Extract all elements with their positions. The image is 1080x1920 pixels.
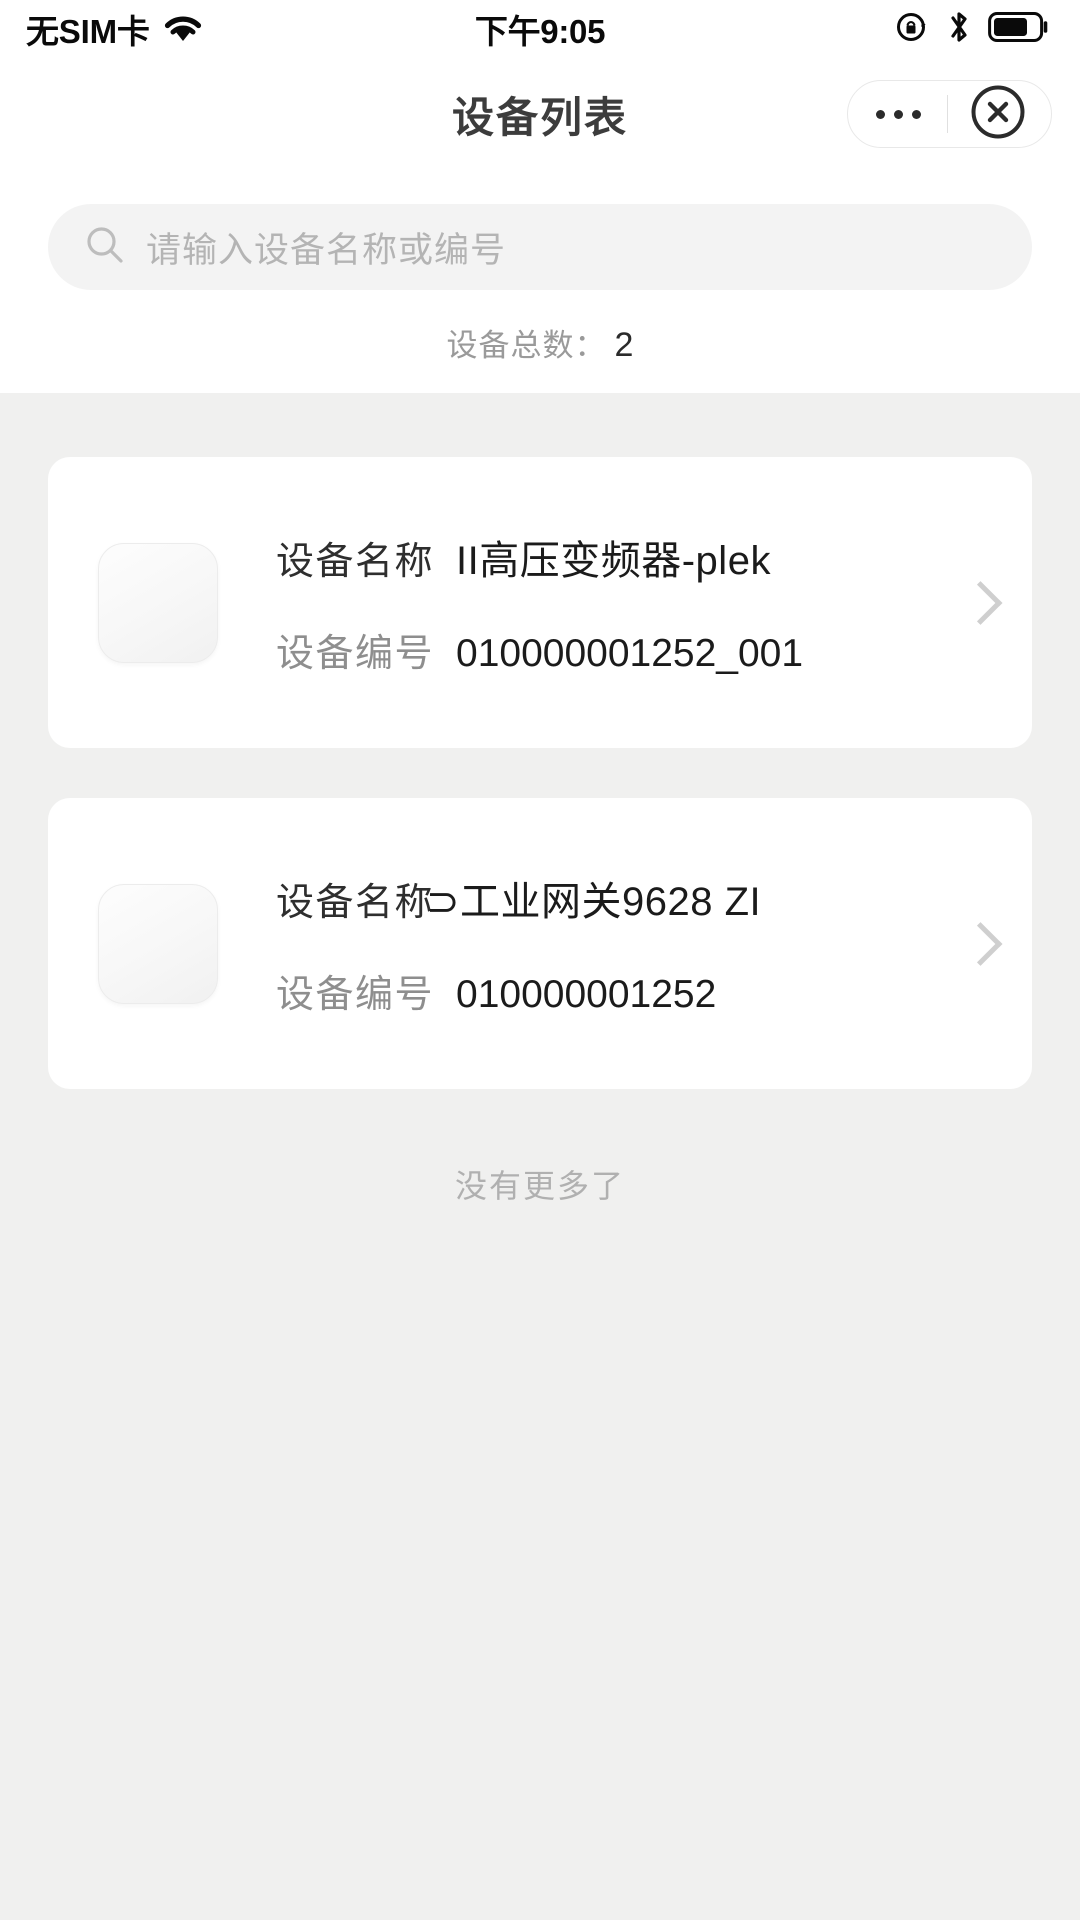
device-name-value: II高压变频器-plek xyxy=(456,539,771,583)
device-fields: 设备名称 II高压变频器-plek 设备编号 010000001252_001 xyxy=(276,528,1032,677)
page-title: 设备列表 xyxy=(451,93,628,141)
search-section: 请输入设备名称或编号 xyxy=(0,170,1080,290)
search-placeholder: 请输入设备名称或编号 xyxy=(146,230,507,270)
device-code-label: 设备编号 xyxy=(276,633,435,675)
carrier-label: 无SIM卡 xyxy=(26,13,150,50)
nav-bar: 设备列表 xyxy=(0,58,1080,170)
list-footer-text: 没有更多了 xyxy=(454,1168,625,1204)
device-name-row: 设备名称 II高压变频器-plek xyxy=(276,528,1032,586)
device-code-row: 设备编号 010000001252 xyxy=(276,963,1032,1018)
wifi-icon xyxy=(162,11,204,48)
search-input[interactable]: 请输入设备名称或编号 xyxy=(48,204,1032,290)
table-row[interactable]: 设备名称 ⊃工业网关9628 ZI 设备编号 010000001252 xyxy=(48,798,1032,1089)
device-code-value: 010000001252 xyxy=(456,973,717,1016)
more-menu-button[interactable] xyxy=(851,81,947,147)
device-name-value: ⊃工业网关9628 ZI xyxy=(426,880,762,924)
device-fields: 设备名称 ⊃工业网关9628 ZI 设备编号 010000001252 xyxy=(276,869,1032,1018)
chevron-right-icon xyxy=(965,928,996,959)
device-code-label: 设备编号 xyxy=(276,974,435,1016)
battery-icon xyxy=(988,11,1050,48)
device-name-label: 设备名称 xyxy=(276,882,435,924)
device-total-label: 设备总数： xyxy=(446,328,607,363)
rotation-lock-icon xyxy=(894,9,930,50)
device-name-row: 设备名称 ⊃工业网关9628 ZI xyxy=(276,869,1032,927)
device-list-screen: 无SIM卡 下午9:05 设备列表 请输入设备名称或编号 设备总数： 2 设备名… xyxy=(0,0,1080,1920)
clock-label: 下午9:05 xyxy=(474,13,606,50)
table-row[interactable]: 设备名称 II高压变频器-plek 设备编号 010000001252_001 xyxy=(48,457,1032,748)
device-code-value: 010000001252_001 xyxy=(456,632,804,675)
status-bar-left: 无SIM卡 xyxy=(26,5,204,53)
device-thumbnail xyxy=(98,542,218,663)
more-dot-icon xyxy=(912,109,922,119)
miniprogram-capsule xyxy=(847,80,1052,148)
device-total: 设备总数： 2 xyxy=(0,290,1080,393)
close-circle-icon xyxy=(969,83,1027,146)
device-code-row: 设备编号 010000001252_001 xyxy=(276,622,1032,677)
status-bar: 无SIM卡 下午9:05 xyxy=(0,0,1080,58)
bluetooth-icon xyxy=(946,8,972,51)
status-bar-right xyxy=(894,8,1050,51)
chevron-right-icon xyxy=(965,587,996,618)
more-dot-icon xyxy=(894,109,904,119)
device-name-label: 设备名称 xyxy=(276,541,435,583)
more-dot-icon xyxy=(876,109,886,119)
search-icon xyxy=(84,224,126,271)
device-thumbnail xyxy=(98,883,218,1004)
device-list: 设备名称 II高压变频器-plek 设备编号 010000001252_001 … xyxy=(0,393,1080,1920)
close-button[interactable] xyxy=(948,81,1048,147)
device-total-value: 2 xyxy=(614,326,634,364)
